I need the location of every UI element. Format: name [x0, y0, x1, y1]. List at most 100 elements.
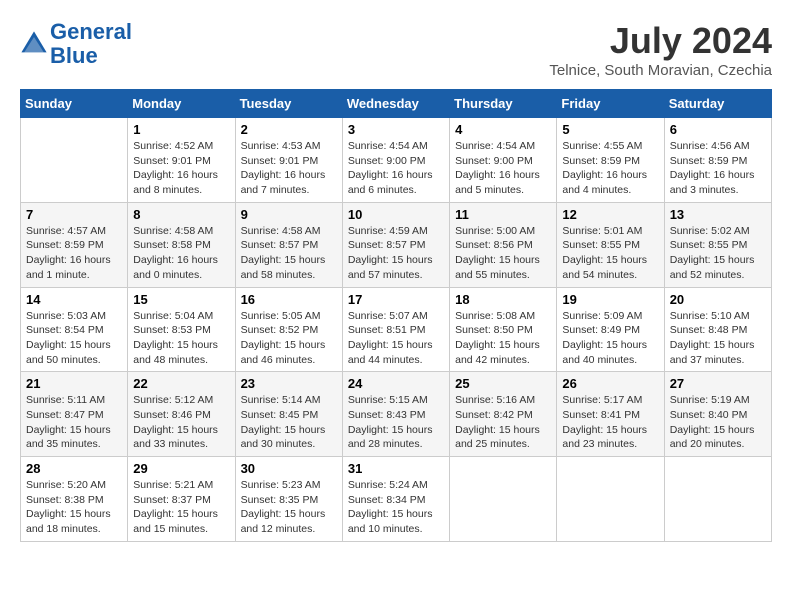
cell-info: Sunrise: 5:08 AMSunset: 8:50 PMDaylight:… [455, 309, 551, 368]
day-number: 29 [133, 461, 229, 476]
title-block: July 2024 Telnice, South Moravian, Czech… [549, 20, 772, 79]
weekday-header-tuesday: Tuesday [235, 90, 342, 118]
cell-info: Sunrise: 5:12 AMSunset: 8:46 PMDaylight:… [133, 393, 229, 452]
cell-info: Sunrise: 4:53 AMSunset: 9:01 PMDaylight:… [241, 139, 337, 198]
calendar-cell: 31 Sunrise: 5:24 AMSunset: 8:34 PMDayligh… [342, 457, 449, 542]
day-number: 3 [348, 122, 444, 137]
weekday-header-saturday: Saturday [664, 90, 771, 118]
calendar-cell: 30Sunrise: 5:23 AMSunset: 8:35 PMDayligh… [235, 457, 342, 542]
day-number: 23 [241, 376, 337, 391]
cell-info: Sunrise: 5:24 AMSunset: 8:34 PMDaylight:… [348, 478, 444, 537]
day-number: 16 [241, 292, 337, 307]
calendar-cell [557, 457, 664, 542]
day-number: 17 [348, 292, 444, 307]
day-number: 22 [133, 376, 229, 391]
calendar-cell: 29 Sunrise: 5:21 AMSunset: 8:37 PMDayligh… [128, 457, 235, 542]
calendar-cell: 8Sunrise: 4:58 AMSunset: 8:58 PMDaylight… [128, 202, 235, 287]
cell-info: Sunrise: 5:21 AMSunset: 8:37 PMDaylight:… [133, 478, 229, 537]
day-number: 10 [348, 207, 444, 222]
day-number: 9 [241, 207, 337, 222]
cell-info: Sunrise: 4:59 AMSunset: 8:57 PMDaylight:… [348, 224, 444, 283]
calendar-cell: 13 Sunrise: 5:02 AMSunset: 8:55 PMDayligh… [664, 202, 771, 287]
calendar-cell: 17 Sunrise: 5:07 AMSunset: 8:51 PMDayligh… [342, 287, 449, 372]
cell-info: Sunrise: 5:16 AMSunset: 8:42 PMDaylight:… [455, 393, 551, 452]
calendar-cell: 3 Sunrise: 4:54 AMSunset: 9:00 PMDaylight… [342, 118, 449, 203]
day-number: 1 [133, 122, 229, 137]
cell-info: Sunrise: 5:19 AMSunset: 8:40 PMDaylight:… [670, 393, 766, 452]
cell-info: Sunrise: 5:07 AMSunset: 8:51 PMDaylight:… [348, 309, 444, 368]
cell-info: Sunrise: 5:10 AMSunset: 8:48 PMDaylight:… [670, 309, 766, 368]
cell-info: Sunrise: 4:56 AMSunset: 8:59 PMDaylight:… [670, 139, 766, 198]
cell-info: Sunrise: 5:04 AMSunset: 8:53 PMDaylight:… [133, 309, 229, 368]
month-year-title: July 2024 [549, 20, 772, 62]
cell-info: Sunrise: 5:02 AMSunset: 8:55 PMDaylight:… [670, 224, 766, 283]
weekday-header-thursday: Thursday [450, 90, 557, 118]
day-number: 13 [670, 207, 766, 222]
calendar-cell: 15Sunrise: 5:04 AMSunset: 8:53 PMDayligh… [128, 287, 235, 372]
calendar-cell: 25 Sunrise: 5:16 AMSunset: 8:42 PMDayligh… [450, 372, 557, 457]
weekday-header-sunday: Sunday [21, 90, 128, 118]
calendar-cell: 22 Sunrise: 5:12 AMSunset: 8:46 PMDayligh… [128, 372, 235, 457]
logo-text: General Blue [50, 20, 132, 68]
calendar-cell: 4Sunrise: 4:54 AMSunset: 9:00 PMDaylight… [450, 118, 557, 203]
day-number: 6 [670, 122, 766, 137]
day-number: 4 [455, 122, 551, 137]
day-number: 18 [455, 292, 551, 307]
logo-icon [20, 30, 48, 58]
cell-info: Sunrise: 5:03 AMSunset: 8:54 PMDaylight:… [26, 309, 122, 368]
day-number: 20 [670, 292, 766, 307]
day-number: 2 [241, 122, 337, 137]
day-number: 26 [562, 376, 658, 391]
cell-info: Sunrise: 4:54 AMSunset: 9:00 PMDaylight:… [348, 139, 444, 198]
calendar-cell: 1 Sunrise: 4:52 AMSunset: 9:01 PMDaylight… [128, 118, 235, 203]
calendar-cell: 14 Sunrise: 5:03 AMSunset: 8:54 PMDayligh… [21, 287, 128, 372]
cell-info: Sunrise: 5:20 AMSunset: 8:38 PMDaylight:… [26, 478, 122, 537]
calendar-cell: 16 Sunrise: 5:05 AMSunset: 8:52 PMDayligh… [235, 287, 342, 372]
day-number: 31 [348, 461, 444, 476]
day-number: 14 [26, 292, 122, 307]
cell-info: Sunrise: 5:23 AMSunset: 8:35 PMDaylight:… [241, 478, 337, 537]
calendar-cell: 26 Sunrise: 5:17 AMSunset: 8:41 PMDayligh… [557, 372, 664, 457]
calendar-cell: 18 Sunrise: 5:08 AMSunset: 8:50 PMDayligh… [450, 287, 557, 372]
calendar-week-row: 7 Sunrise: 4:57 AMSunset: 8:59 PMDaylight… [21, 202, 772, 287]
day-number: 5 [562, 122, 658, 137]
calendar-cell: 6 Sunrise: 4:56 AMSunset: 8:59 PMDaylight… [664, 118, 771, 203]
calendar-cell: 9 Sunrise: 4:58 AMSunset: 8:57 PMDaylight… [235, 202, 342, 287]
cell-info: Sunrise: 4:57 AMSunset: 8:59 PMDaylight:… [26, 224, 122, 283]
calendar-week-row: 28 Sunrise: 5:20 AMSunset: 8:38 PMDayligh… [21, 457, 772, 542]
day-number: 8 [133, 207, 229, 222]
calendar-cell: 21Sunrise: 5:11 AMSunset: 8:47 PMDayligh… [21, 372, 128, 457]
day-number: 19 [562, 292, 658, 307]
calendar-header: SundayMondayTuesdayWednesdayThursdayFrid… [21, 90, 772, 118]
day-number: 25 [455, 376, 551, 391]
calendar-cell [450, 457, 557, 542]
cell-info: Sunrise: 5:14 AMSunset: 8:45 PMDaylight:… [241, 393, 337, 452]
day-number: 12 [562, 207, 658, 222]
day-number: 7 [26, 207, 122, 222]
calendar-cell: 27 Sunrise: 5:19 AMSunset: 8:40 PMDayligh… [664, 372, 771, 457]
calendar-cell: 11 Sunrise: 5:00 AMSunset: 8:56 PMDayligh… [450, 202, 557, 287]
calendar-cell [664, 457, 771, 542]
day-number: 27 [670, 376, 766, 391]
calendar-cell: 2 Sunrise: 4:53 AMSunset: 9:01 PMDaylight… [235, 118, 342, 203]
page-header: General Blue July 2024 Telnice, South Mo… [20, 20, 772, 79]
day-number: 28 [26, 461, 122, 476]
cell-info: Sunrise: 5:05 AMSunset: 8:52 PMDaylight:… [241, 309, 337, 368]
weekday-header-monday: Monday [128, 90, 235, 118]
calendar-cell: 7 Sunrise: 4:57 AMSunset: 8:59 PMDaylight… [21, 202, 128, 287]
weekday-header-wednesday: Wednesday [342, 90, 449, 118]
location-subtitle: Telnice, South Moravian, Czechia [549, 62, 772, 79]
calendar-cell: 10 Sunrise: 4:59 AMSunset: 8:57 PMDayligh… [342, 202, 449, 287]
cell-info: Sunrise: 4:58 AMSunset: 8:57 PMDaylight:… [241, 224, 337, 283]
cell-info: Sunrise: 5:00 AMSunset: 8:56 PMDaylight:… [455, 224, 551, 283]
cell-info: Sunrise: 5:11 AMSunset: 8:47 PMDaylight:… [26, 393, 122, 452]
cell-info: Sunrise: 5:17 AMSunset: 8:41 PMDaylight:… [562, 393, 658, 452]
cell-info: Sunrise: 5:09 AMSunset: 8:49 PMDaylight:… [562, 309, 658, 368]
day-number: 11 [455, 207, 551, 222]
weekday-header-friday: Friday [557, 90, 664, 118]
cell-info: Sunrise: 4:55 AMSunset: 8:59 PMDaylight:… [562, 139, 658, 198]
calendar-cell: 23 Sunrise: 5:14 AMSunset: 8:45 PMDayligh… [235, 372, 342, 457]
calendar-cell: 20 Sunrise: 5:10 AMSunset: 8:48 PMDayligh… [664, 287, 771, 372]
cell-info: Sunrise: 4:52 AMSunset: 9:01 PMDaylight:… [133, 139, 229, 198]
logo-line1: General [50, 19, 132, 44]
